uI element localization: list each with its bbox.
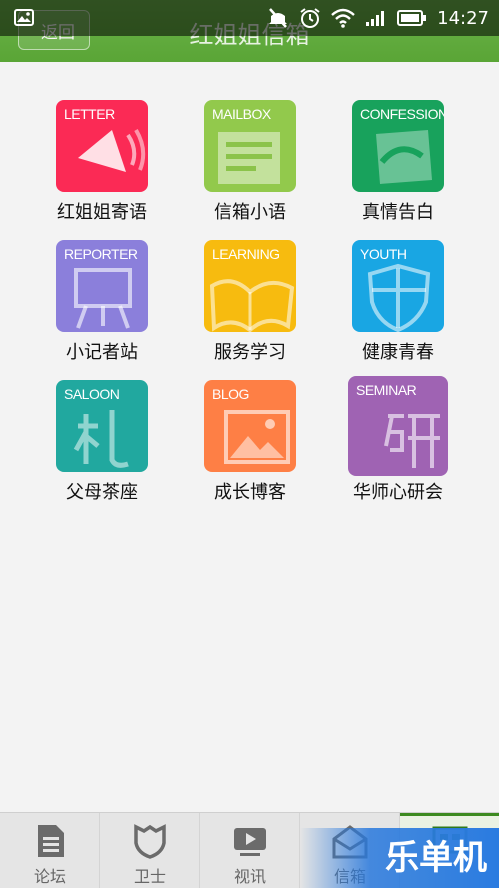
mailbox-tile-icon: MAILBOX xyxy=(204,100,296,192)
status-time: 14:27 xyxy=(437,7,489,29)
tile-mailbox[interactable]: MAILBOX 信箱小语 xyxy=(190,100,310,224)
app-header: 红姐姐信箱 返回 xyxy=(0,0,499,62)
tile-tag: REPORTER xyxy=(64,246,138,262)
tile-tag: LETTER xyxy=(64,106,115,122)
blog-tile-icon: BLOG xyxy=(204,380,296,472)
mute-icon xyxy=(269,8,288,28)
tile-saloon[interactable]: SALOON 父母茶座 xyxy=(42,380,162,504)
nav-label: 视讯 xyxy=(233,867,266,886)
tile-label: 成长博客 xyxy=(214,482,286,503)
learning-tile-icon: LEARNING xyxy=(204,240,296,332)
alarm-icon xyxy=(300,8,320,28)
tile-youth[interactable]: YOUTH 健康青春 xyxy=(338,240,458,364)
tile-label: 真情告白 xyxy=(362,202,434,223)
saloon-tile-icon: SALOON xyxy=(56,380,148,472)
status-bar: 14:27 xyxy=(0,0,499,36)
tile-label: 健康青春 xyxy=(362,342,434,363)
image-icon xyxy=(14,9,34,26)
tile-tag: LEARNING xyxy=(212,246,280,262)
tile-reporter[interactable]: REPORTER 小记者站 xyxy=(42,240,162,364)
youth-tile-icon: YOUTH xyxy=(352,240,444,332)
tile-label: 红姐姐寄语 xyxy=(57,202,147,223)
reporter-tile-icon: REPORTER xyxy=(56,240,148,332)
tile-label: 小记者站 xyxy=(66,342,138,363)
tile-label: 父母茶座 xyxy=(66,482,138,503)
tile-learning[interactable]: LEARNING 服务学习 xyxy=(190,240,310,364)
tile-confessions[interactable]: CONFESSIONS 真情告白 xyxy=(338,100,458,224)
nav-guard[interactable]: 卫士 xyxy=(100,813,200,888)
shield-icon xyxy=(134,824,166,859)
nav-video[interactable]: 视讯 xyxy=(200,813,300,888)
signal-icon xyxy=(366,11,385,26)
tile-tag: BLOG xyxy=(212,386,249,402)
tile-tag: MAILBOX xyxy=(212,106,271,122)
tile-tag: SEMINAR xyxy=(356,382,417,398)
confessions-tile-icon: CONFESSIONS xyxy=(352,100,444,192)
tile-label: 信箱小语 xyxy=(214,202,286,223)
tile-tag: SALOON xyxy=(64,386,120,402)
tile-tag: YOUTH xyxy=(360,246,407,262)
document-icon xyxy=(38,825,64,857)
letter-tile-icon: LETTER xyxy=(56,100,148,192)
battery-icon xyxy=(397,10,427,26)
tile-letter[interactable]: LETTER 红姐姐寄语 xyxy=(42,100,162,224)
nav-label: 论坛 xyxy=(33,867,66,886)
tile-seminar[interactable]: SEMINAR 华师心研会 xyxy=(338,376,458,504)
video-icon xyxy=(234,828,266,856)
tile-tag: CONFESSIONS xyxy=(360,106,444,122)
wifi-icon xyxy=(331,8,355,28)
tile-label: 华师心研会 xyxy=(353,482,443,503)
seminar-tile-icon: SEMINAR xyxy=(348,376,448,476)
nav-forum[interactable]: 论坛 xyxy=(0,813,100,888)
watermark-logo: 乐单机 xyxy=(300,828,499,888)
nav-label: 卫士 xyxy=(133,867,166,886)
tile-label: 服务学习 xyxy=(214,342,286,363)
tile-blog[interactable]: BLOG 成长博客 xyxy=(190,380,310,504)
